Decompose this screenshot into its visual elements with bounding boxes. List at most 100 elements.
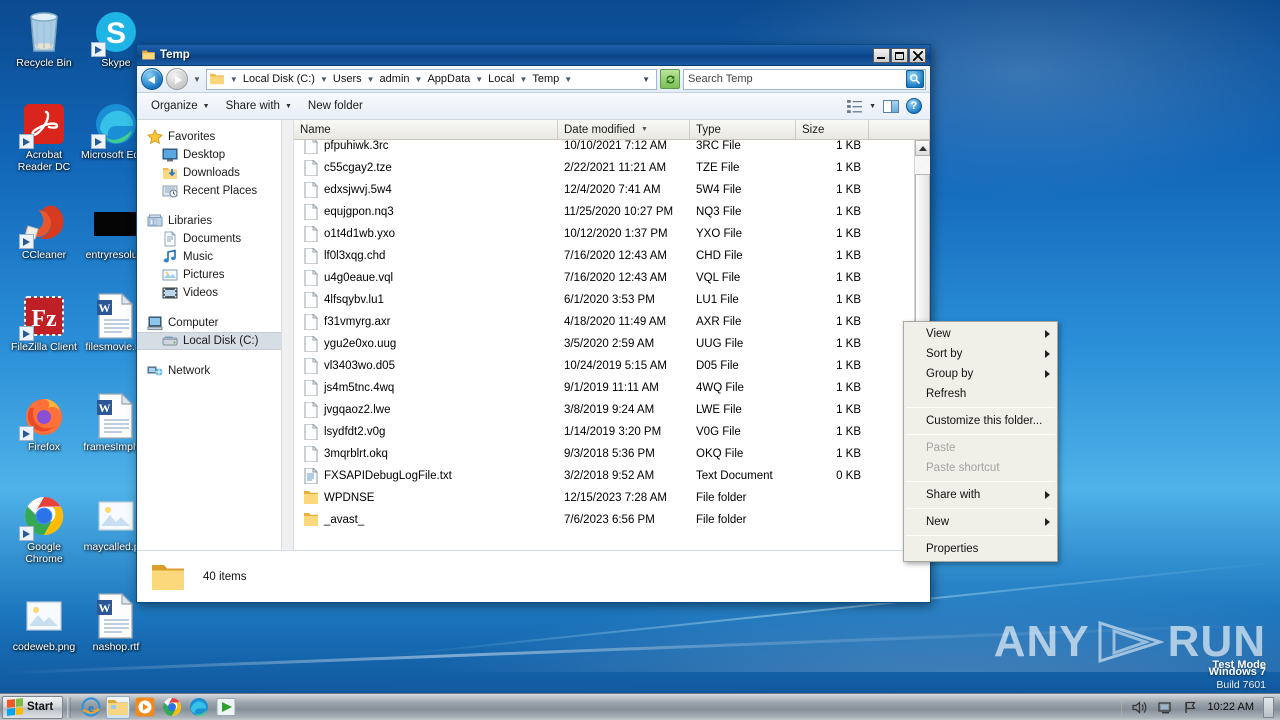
breadcrumb-item[interactable]: admin [378,72,412,86]
table-row[interactable]: f31vmyrg.axr 4/18/2020 11:49 AM AXR File 1 … [294,311,930,333]
table-row[interactable]: o1t4d1wb.yxo 10/12/2020 1:37 PM YXO File 1 … [294,223,930,245]
back-button[interactable] [141,68,163,90]
context-menu-item-refresh[interactable]: Refresh [904,384,1057,404]
table-row[interactable]: 4lfsqybv.lu1 6/1/2020 3:53 PM LU1 File 1 KB [294,289,930,311]
context-menu-item-sort-by[interactable]: Sort by [904,344,1057,364]
column-header-name[interactable]: Name [294,120,558,139]
start-button[interactable]: Start [2,695,64,719]
table-row[interactable]: js4m5tnc.4wq 9/1/2019 11:11 AM 4WQ File 1 K… [294,377,930,399]
taskbar-play-green[interactable] [214,696,238,719]
file-name-cell[interactable]: u4g0eaue.vql [294,270,558,286]
file-name-cell[interactable]: f31vmyrg.axr [294,314,558,330]
table-row[interactable]: _avast_ 7/6/2023 6:56 PM File folder [294,509,930,531]
table-row[interactable]: FXSAPIDebugLogFile.txt 3/2/2018 9:52 AM Te… [294,465,930,487]
taskbar-internet-explorer[interactable]: e [79,696,103,719]
sidebar-item-local-disk-c[interactable]: Local Disk (C:) [137,332,293,350]
taskbar-microsoft-edge[interactable] [187,696,211,719]
breadcrumb-item[interactable]: Local Disk (C:) [241,72,317,86]
network-tray-icon[interactable] [1157,700,1174,715]
desktop-icon-recycle-bin[interactable]: Recycle Bin [8,8,80,70]
navigation-pane-scrollbar[interactable] [281,120,293,550]
sidebar-item-music[interactable]: Music [137,248,293,266]
sidebar-item-desktop[interactable]: Desktop [137,146,293,164]
explorer-window[interactable]: Temp ▼ ▼ Local Disk (C:) ▼ Users ▼ admin ▼ App… [136,44,931,603]
table-row[interactable]: u4g0eaue.vql 7/16/2020 12:43 AM VQL File 1 … [294,267,930,289]
file-name-cell[interactable]: edxsjwvj.5w4 [294,182,558,198]
refresh-button[interactable] [660,69,680,89]
view-options-chevron-down-icon[interactable]: ▼ [869,103,876,110]
context-menu-item-customize-this-folder[interactable]: Customize this folder... [904,411,1057,431]
file-name-cell[interactable]: 3mqrblrt.okq [294,446,558,462]
file-name-cell[interactable]: equjgpon.nq3 [294,204,558,220]
file-name-cell[interactable]: 4lfsqybv.lu1 [294,292,558,308]
desktop-icon-firefox[interactable]: Firefox [8,392,80,454]
search-icon[interactable] [906,70,924,88]
context-menu-item-group-by[interactable]: Group by [904,364,1057,384]
table-row[interactable]: pfpuhiwk.3rc 10/10/2021 7:12 AM 3RC File 1 … [294,140,930,157]
sidebar-item-pictures[interactable]: Pictures [137,266,293,284]
preview-pane-icon[interactable] [883,99,899,113]
breadcrumb-item[interactable]: AppData [425,72,472,86]
share-with-button[interactable]: Share with ▼ [218,96,300,116]
clock[interactable]: 10:22 AM [1208,701,1254,713]
file-name-cell[interactable]: o1t4d1wb.yxo [294,226,558,242]
table-row[interactable]: ygu2e0xo.uug 3/5/2020 2:59 AM UUG File 1 KB [294,333,930,355]
table-row[interactable]: lf0l3xqg.chd 7/16/2020 12:43 AM CHD File 1 … [294,245,930,267]
file-name-cell[interactable]: WPDNSE [294,490,558,506]
recent-pages-dropdown[interactable]: ▼ [191,75,203,84]
file-name-cell[interactable]: FXSAPIDebugLogFile.txt [294,468,558,484]
column-header-date-modified[interactable]: Date modified ▼ [558,120,690,139]
breadcrumb-root-caret[interactable]: ▼ [227,75,241,84]
file-name-cell[interactable]: vl3403wo.d05 [294,358,558,374]
column-header-type[interactable]: Type [690,120,796,139]
window-titlebar[interactable]: Temp [137,45,930,66]
breadcrumb-item[interactable]: Temp [530,72,561,86]
file-name-cell[interactable]: ygu2e0xo.uug [294,336,558,352]
view-list-icon[interactable] [847,99,862,113]
file-name-cell[interactable]: c55cgay2.tze [294,160,558,176]
taskbar-media-player[interactable] [133,696,157,719]
new-folder-button[interactable]: New folder [300,96,371,116]
breadcrumb-item[interactable]: Local [486,72,516,86]
file-name-cell[interactable]: lf0l3xqg.chd [294,248,558,264]
table-row[interactable]: 3mqrblrt.okq 9/3/2018 5:36 PM OKQ File 1 KB [294,443,930,465]
taskbar-google-chrome[interactable] [160,696,184,719]
breadcrumb-chevron-icon[interactable]: ▼ [472,75,486,84]
context-menu[interactable]: View Sort by Group by Refresh Customize this… [903,321,1058,562]
address-history-caret[interactable]: ▼ [638,75,654,84]
desktop-icon-google-chrome[interactable]: Google Chrome [8,492,80,565]
nav-group-favorites[interactable]: Favorites [137,128,293,146]
context-menu-item-new[interactable]: New [904,512,1057,532]
column-header-size[interactable]: Size [796,120,869,139]
desktop-icon-image-file[interactable]: codeweb.png [8,592,80,654]
sidebar-item-videos[interactable]: Videos [137,284,293,302]
table-row[interactable]: jvgqaoz2.lwe 3/8/2019 9:24 AM LWE File 1 KB [294,399,930,421]
volume-icon[interactable] [1131,700,1148,715]
breadcrumb-chevron-icon[interactable]: ▼ [516,75,530,84]
desktop-icon-filezilla[interactable]: Fz FileZilla Client [8,292,80,354]
file-name-cell[interactable]: jvgqaoz2.lwe [294,402,558,418]
address-bar[interactable]: ▼ Local Disk (C:) ▼ Users ▼ admin ▼ AppData ▼ Lo… [205,68,657,90]
help-icon[interactable]: ? [906,98,922,114]
sidebar-item-documents[interactable]: Documents [137,230,293,248]
file-name-cell[interactable]: lsydfdt2.v0g [294,424,558,440]
breadcrumb-item[interactable]: Users [331,72,364,86]
file-name-cell[interactable]: _avast_ [294,512,558,528]
table-row[interactable]: edxsjwvj.5w4 12/4/2020 7:41 AM 5W4 File 1 K… [294,179,930,201]
breadcrumb-chevron-icon[interactable]: ▼ [412,75,426,84]
forward-button[interactable] [166,68,188,90]
table-row[interactable]: c55cgay2.tze 2/22/2021 11:21 AM TZE File 1 … [294,157,930,179]
nav-group-network[interactable]: Network [137,362,293,380]
sidebar-item-recent-places[interactable]: Recent Places [137,182,293,200]
file-name-cell[interactable]: js4m5tnc.4wq [294,380,558,396]
minimize-button[interactable] [873,47,890,63]
desktop-icon-acrobat-reader[interactable]: Acrobat Reader DC [8,100,80,173]
close-button[interactable] [909,47,926,63]
nav-group-libraries[interactable]: Libraries [137,212,293,230]
context-menu-item-properties[interactable]: Properties [904,539,1057,559]
search-input[interactable]: Search Temp [683,68,926,90]
context-menu-item-view[interactable]: View [904,324,1057,344]
table-row[interactable]: vl3403wo.d05 10/24/2019 5:15 AM D05 File 1 … [294,355,930,377]
desktop-icon-ccleaner[interactable]: CCleaner [8,200,80,262]
organize-button[interactable]: Organize ▼ [143,96,218,116]
